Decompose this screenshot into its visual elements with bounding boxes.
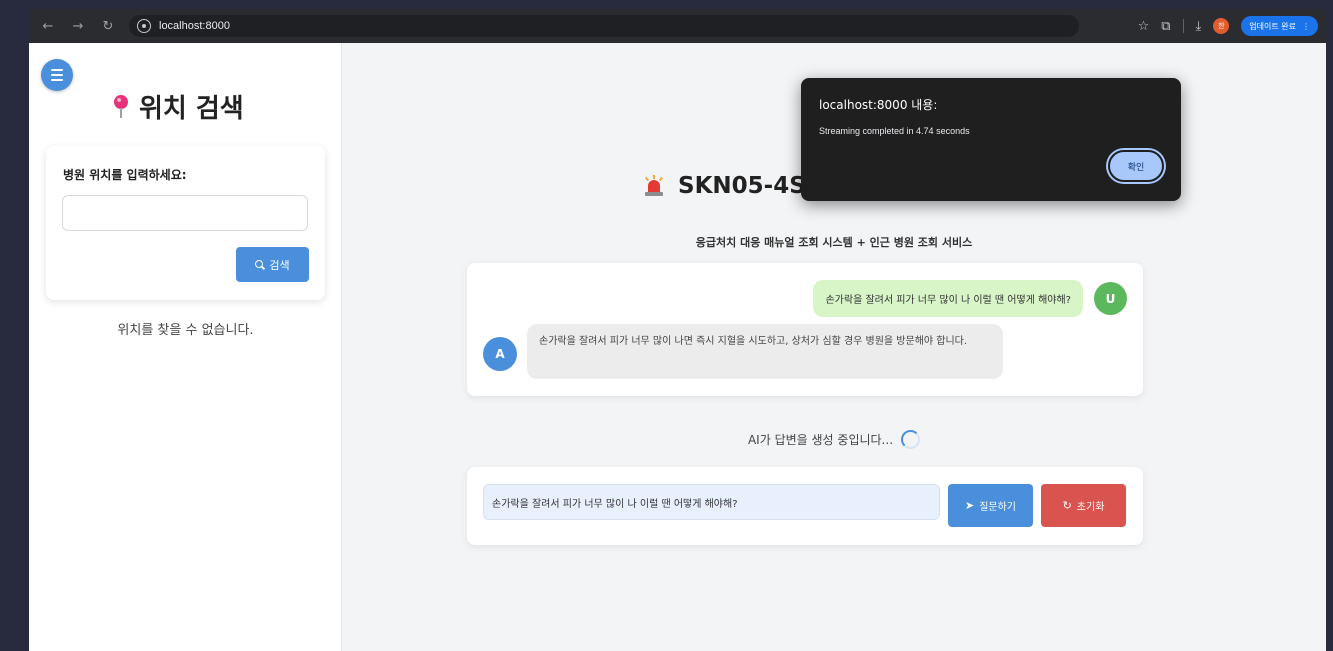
profile-avatar[interactable]: 한 (1213, 18, 1230, 34)
url-text: localhost:8000 (159, 20, 230, 32)
download-icon[interactable]: ⤓ (1196, 19, 1202, 34)
page-subtitle: 응급처치 대응 매뉴얼 조회 시스템 + 인근 병원 조회 서비스 (695, 236, 973, 249)
extensions-icon[interactable]: ⧉ (1161, 19, 1170, 34)
generation-status-text: AI가 답변을 생성 중입니다... (747, 433, 894, 447)
question-input[interactable] (483, 484, 940, 520)
alert-message: Streaming completed in 4.74 seconds (819, 126, 970, 136)
update-button[interactable]: 업데이트 완료 ⋮ (1241, 16, 1318, 36)
location-search-button[interactable]: 검색 (236, 247, 309, 282)
more-menu-icon: ⋮ (1302, 21, 1310, 31)
page-viewport: 위치 검색 병원 위치를 입력하세요: 검색 위치를 찾을 수 없습니다. SK… (29, 43, 1326, 651)
toolbar-divider (1182, 19, 1184, 33)
menu-toggle-button[interactable] (41, 59, 73, 91)
siren-icon (644, 175, 664, 197)
sidebar-title: 위치 검색 (113, 88, 244, 125)
generation-status: AI가 답변을 생성 중입니다... (342, 430, 1326, 449)
chat-history: 손가락을 잘려서 피가 너무 많이 나 이럴 땐 어떻게 해야해? U A 손가… (467, 263, 1143, 396)
location-not-found-message: 위치를 찾을 수 없습니다. (117, 323, 254, 338)
assistant-message-bubble: 손가락을 잘려서 피가 너무 많이 나면 즉시 지혈을 시도하고, 상처가 심할… (527, 324, 1003, 379)
refresh-icon: ↻ (1062, 499, 1072, 512)
forward-icon[interactable]: → (67, 19, 89, 34)
address-bar[interactable]: localhost:8000 (129, 15, 1079, 37)
spinner-icon (901, 430, 921, 449)
location-search-label: 병원 위치를 입력하세요: (63, 168, 187, 182)
alert-title: localhost:8000 내용: (819, 98, 938, 112)
chat-main: SKN05-4ST-2Team 응급처치 대응 매뉴얼 조회 시스템 + 인근 … (342, 43, 1326, 651)
location-sidebar: 위치 검색 병원 위치를 입력하세요: 검색 위치를 찾을 수 없습니다. (29, 43, 342, 651)
ask-button[interactable]: ➤ 질문하기 (948, 484, 1033, 527)
question-form: ➤ 질문하기 ↻ 초기화 (467, 467, 1143, 545)
search-icon (255, 259, 265, 270)
user-message-bubble: 손가락을 잘려서 피가 너무 많이 나 이럴 땐 어떻게 해야해? (813, 280, 1083, 317)
bookmark-star-icon[interactable]: ☆ (1138, 19, 1150, 34)
location-search-input[interactable] (62, 195, 308, 231)
browser-toolbar: ← → ↻ localhost:8000 ☆ ⧉ ⤓ 한 업데이트 완료 ⋮ (29, 9, 1326, 43)
reload-icon[interactable]: ↻ (97, 19, 119, 34)
ask-button-label: 질문하기 (979, 502, 1017, 513)
assistant-avatar: A (483, 337, 517, 371)
user-avatar: U (1094, 282, 1127, 315)
site-info-icon[interactable] (137, 19, 151, 33)
menu-icon-bar (51, 69, 63, 71)
search-button-label: 검색 (269, 259, 290, 272)
toolbar-actions: ☆ ⧉ ⤓ 한 업데이트 완료 ⋮ (1138, 9, 1318, 43)
menu-icon-bar (51, 79, 63, 81)
alert-dialog: localhost:8000 내용: Streaming completed i… (801, 78, 1181, 201)
browser-window: ← → ↻ localhost:8000 ☆ ⧉ ⤓ 한 업데이트 완료 ⋮ 위… (29, 9, 1326, 651)
sidebar-title-text: 위치 검색 (139, 94, 244, 124)
reset-button-label: 초기화 (1076, 502, 1105, 513)
alert-ok-button[interactable]: 확인 (1108, 150, 1164, 182)
reset-button[interactable]: ↻ 초기화 (1041, 484, 1126, 527)
send-icon: ➤ (964, 499, 975, 512)
location-search-card: 병원 위치를 입력하세요: 검색 (46, 146, 325, 300)
menu-icon-bar (51, 74, 63, 76)
nav-buttons: ← → ↻ (37, 19, 119, 34)
pin-icon (113, 94, 129, 119)
update-label: 업데이트 완료 (1249, 21, 1296, 31)
back-icon[interactable]: ← (37, 19, 59, 34)
